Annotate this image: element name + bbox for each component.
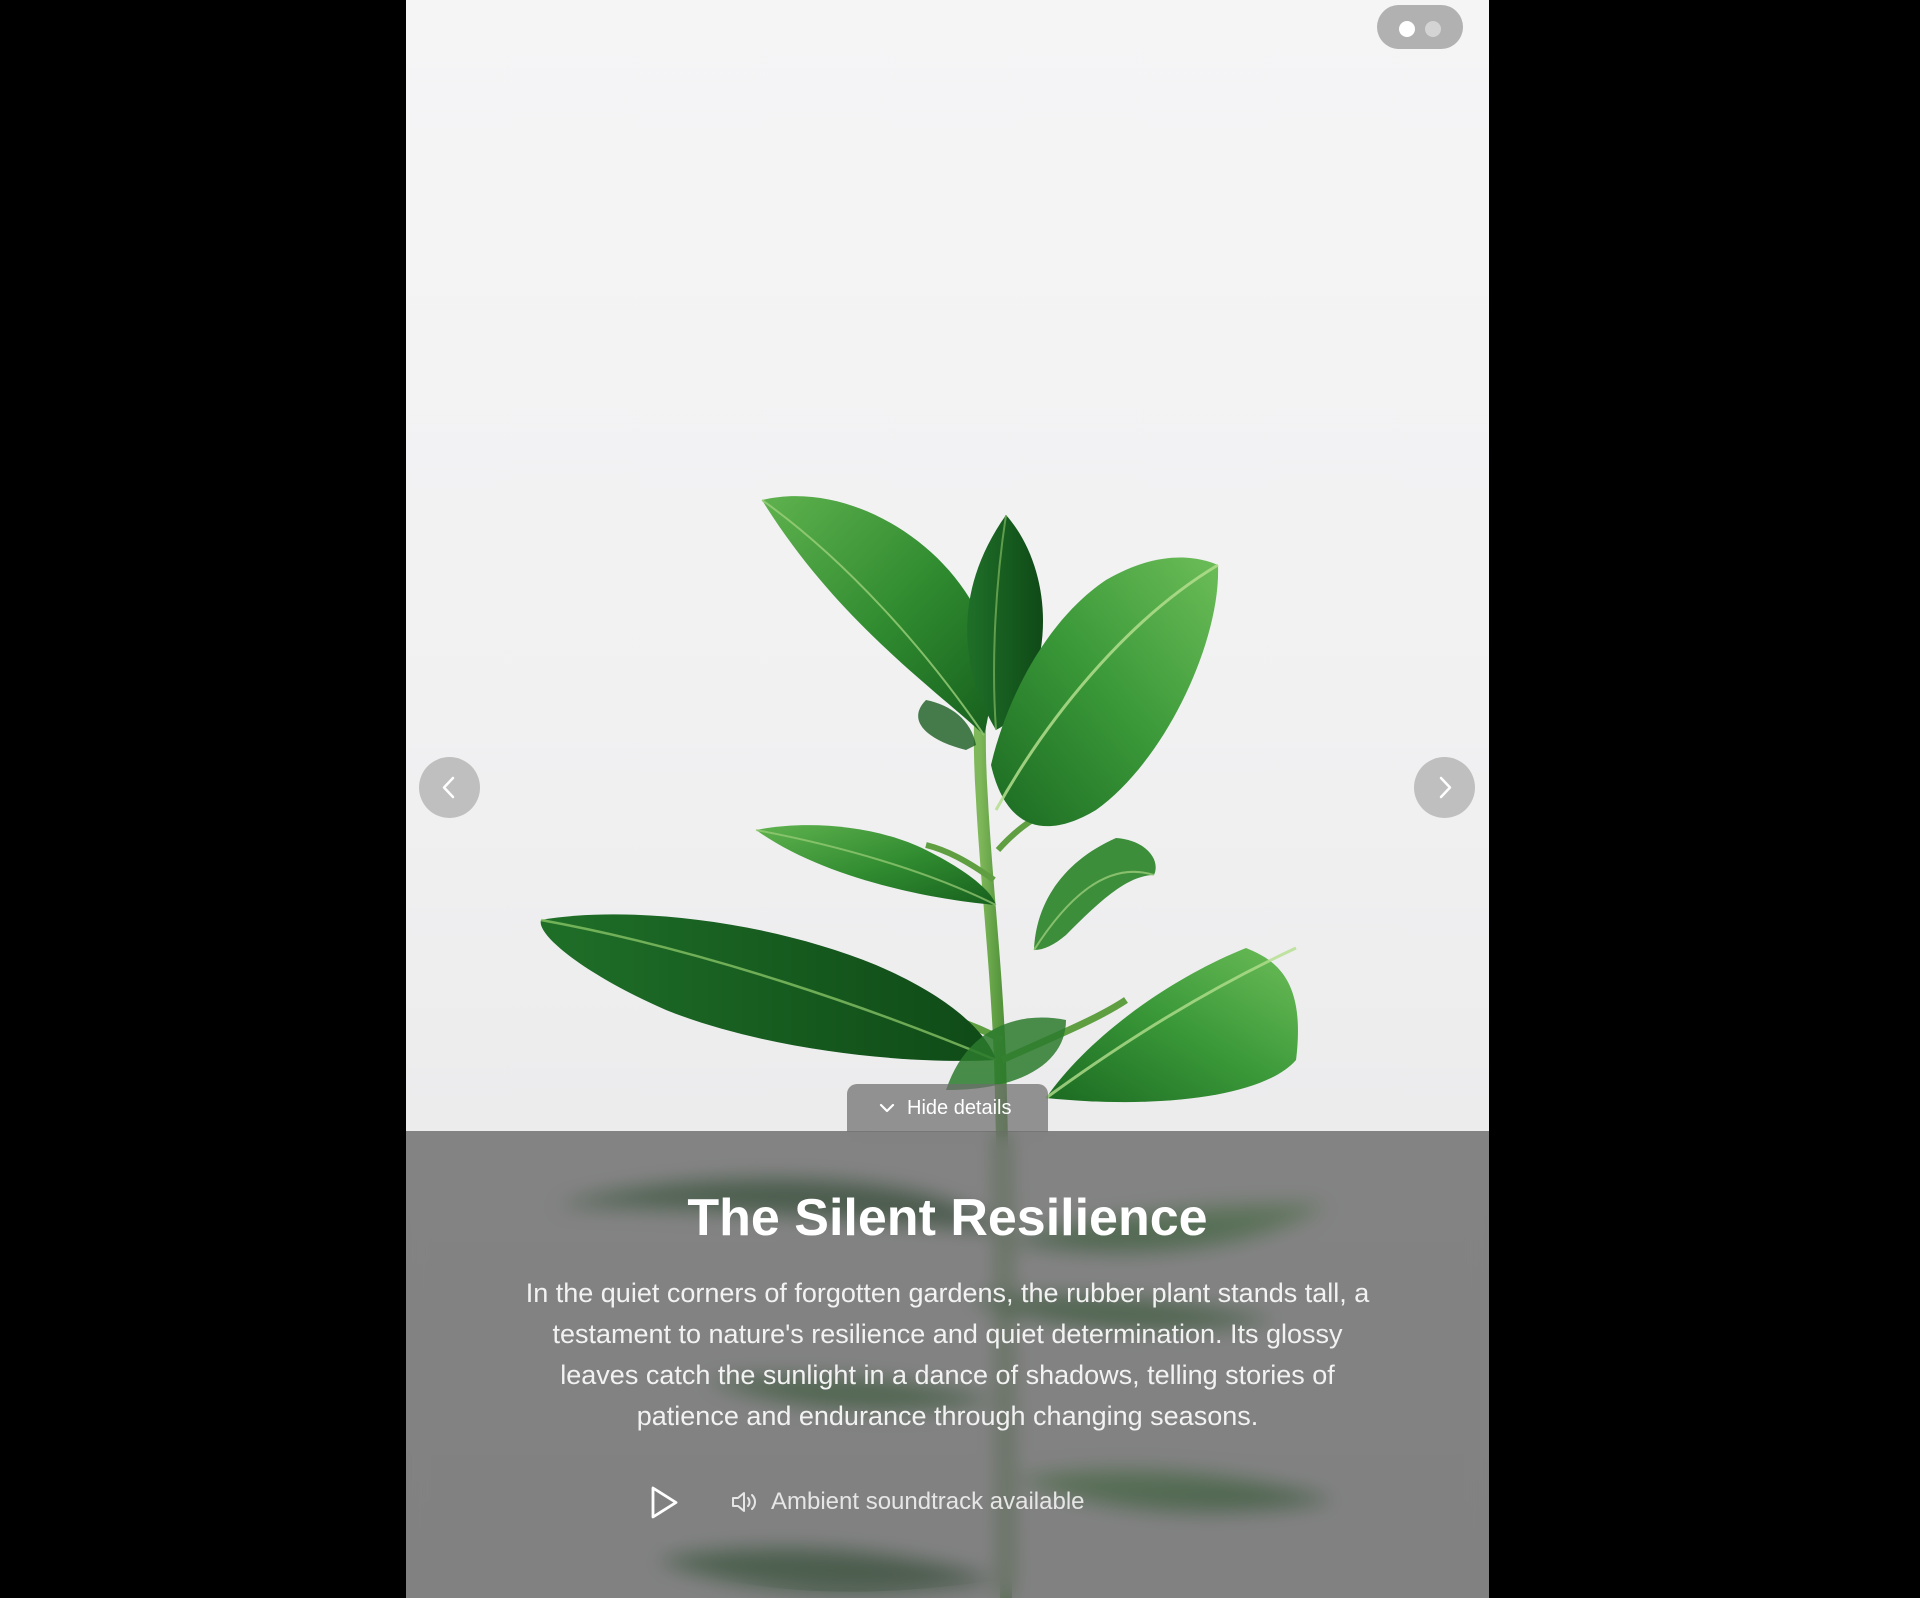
story-title: The Silent Resilience <box>687 1189 1208 1247</box>
slide-dot-2[interactable] <box>1425 21 1441 37</box>
speaker-icon <box>732 1492 756 1512</box>
next-slide-button[interactable] <box>1414 757 1475 818</box>
chevron-right-icon <box>1439 776 1452 799</box>
story-description: In the quiet corners of forgotten garden… <box>525 1278 1370 1431</box>
slide-indicator <box>1377 5 1463 49</box>
hide-details-label: Hide details <box>907 1097 1012 1119</box>
hide-details-button[interactable]: Hide details <box>847 1084 1048 1132</box>
chevron-down-icon <box>879 1103 895 1113</box>
details-panel: The Silent Resilience In the quiet corne… <box>406 1131 1489 1598</box>
chevron-left-icon <box>442 776 455 799</box>
previous-slide-button[interactable] <box>419 757 480 818</box>
slideshow-viewer: Hide details The Silent Resilience In th… <box>406 0 1489 1598</box>
slide-dot-1[interactable] <box>1399 21 1415 37</box>
play-soundtrack-button[interactable] <box>622 1462 703 1543</box>
play-icon <box>651 1486 678 1519</box>
soundtrack-label: Ambient soundtrack available <box>771 1488 1085 1515</box>
